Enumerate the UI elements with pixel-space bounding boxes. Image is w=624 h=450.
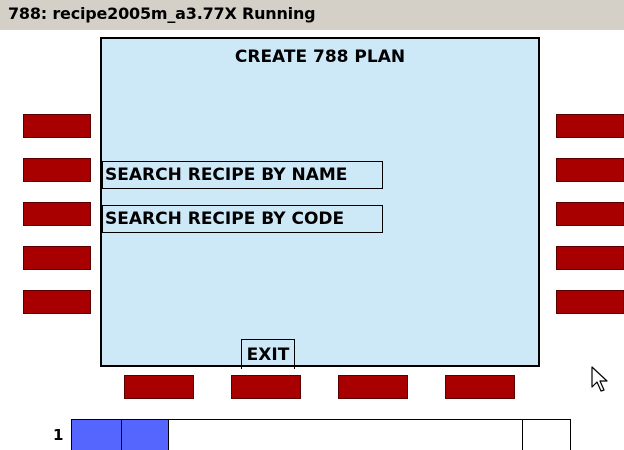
exit-button[interactable]: EXIT [241, 339, 295, 369]
right-softkey-5[interactable] [556, 290, 624, 314]
search-recipe-by-name-button[interactable]: SEARCH RECIPE BY NAME [102, 161, 383, 189]
right-softkey-1[interactable] [556, 114, 624, 138]
window-title: 788: recipe2005m_a3.77X Running [8, 4, 316, 23]
status-bar-divider [522, 420, 523, 450]
left-softkey-3[interactable] [23, 202, 91, 226]
status-bar-segment-1 [72, 420, 122, 450]
status-bar-track [71, 419, 571, 450]
left-softkey-2[interactable] [23, 158, 91, 182]
bottom-softkey-3[interactable] [338, 375, 408, 399]
left-softkey-4[interactable] [23, 246, 91, 270]
mouse-pointer-icon [591, 366, 608, 392]
bar-index-label: 1 [53, 426, 64, 444]
left-softkey-1[interactable] [23, 114, 91, 138]
left-softkey-5[interactable] [23, 290, 91, 314]
right-softkey-3[interactable] [556, 202, 624, 226]
status-bar-segment-2 [122, 420, 169, 450]
right-softkey-4[interactable] [556, 246, 624, 270]
panel-title: CREATE 788 PLAN [234, 47, 406, 67]
bottom-softkey-2[interactable] [231, 375, 301, 399]
search-recipe-by-code-button[interactable]: SEARCH RECIPE BY CODE [102, 205, 383, 233]
create-plan-panel: CREATE 788 PLAN SEARCH RECIPE BY NAME SE… [100, 37, 540, 369]
bottom-softkey-4[interactable] [445, 375, 515, 399]
right-softkey-2[interactable] [556, 158, 624, 182]
bottom-softkey-1[interactable] [124, 375, 194, 399]
window-title-bar: 788: recipe2005m_a3.77X Running [0, 0, 624, 30]
